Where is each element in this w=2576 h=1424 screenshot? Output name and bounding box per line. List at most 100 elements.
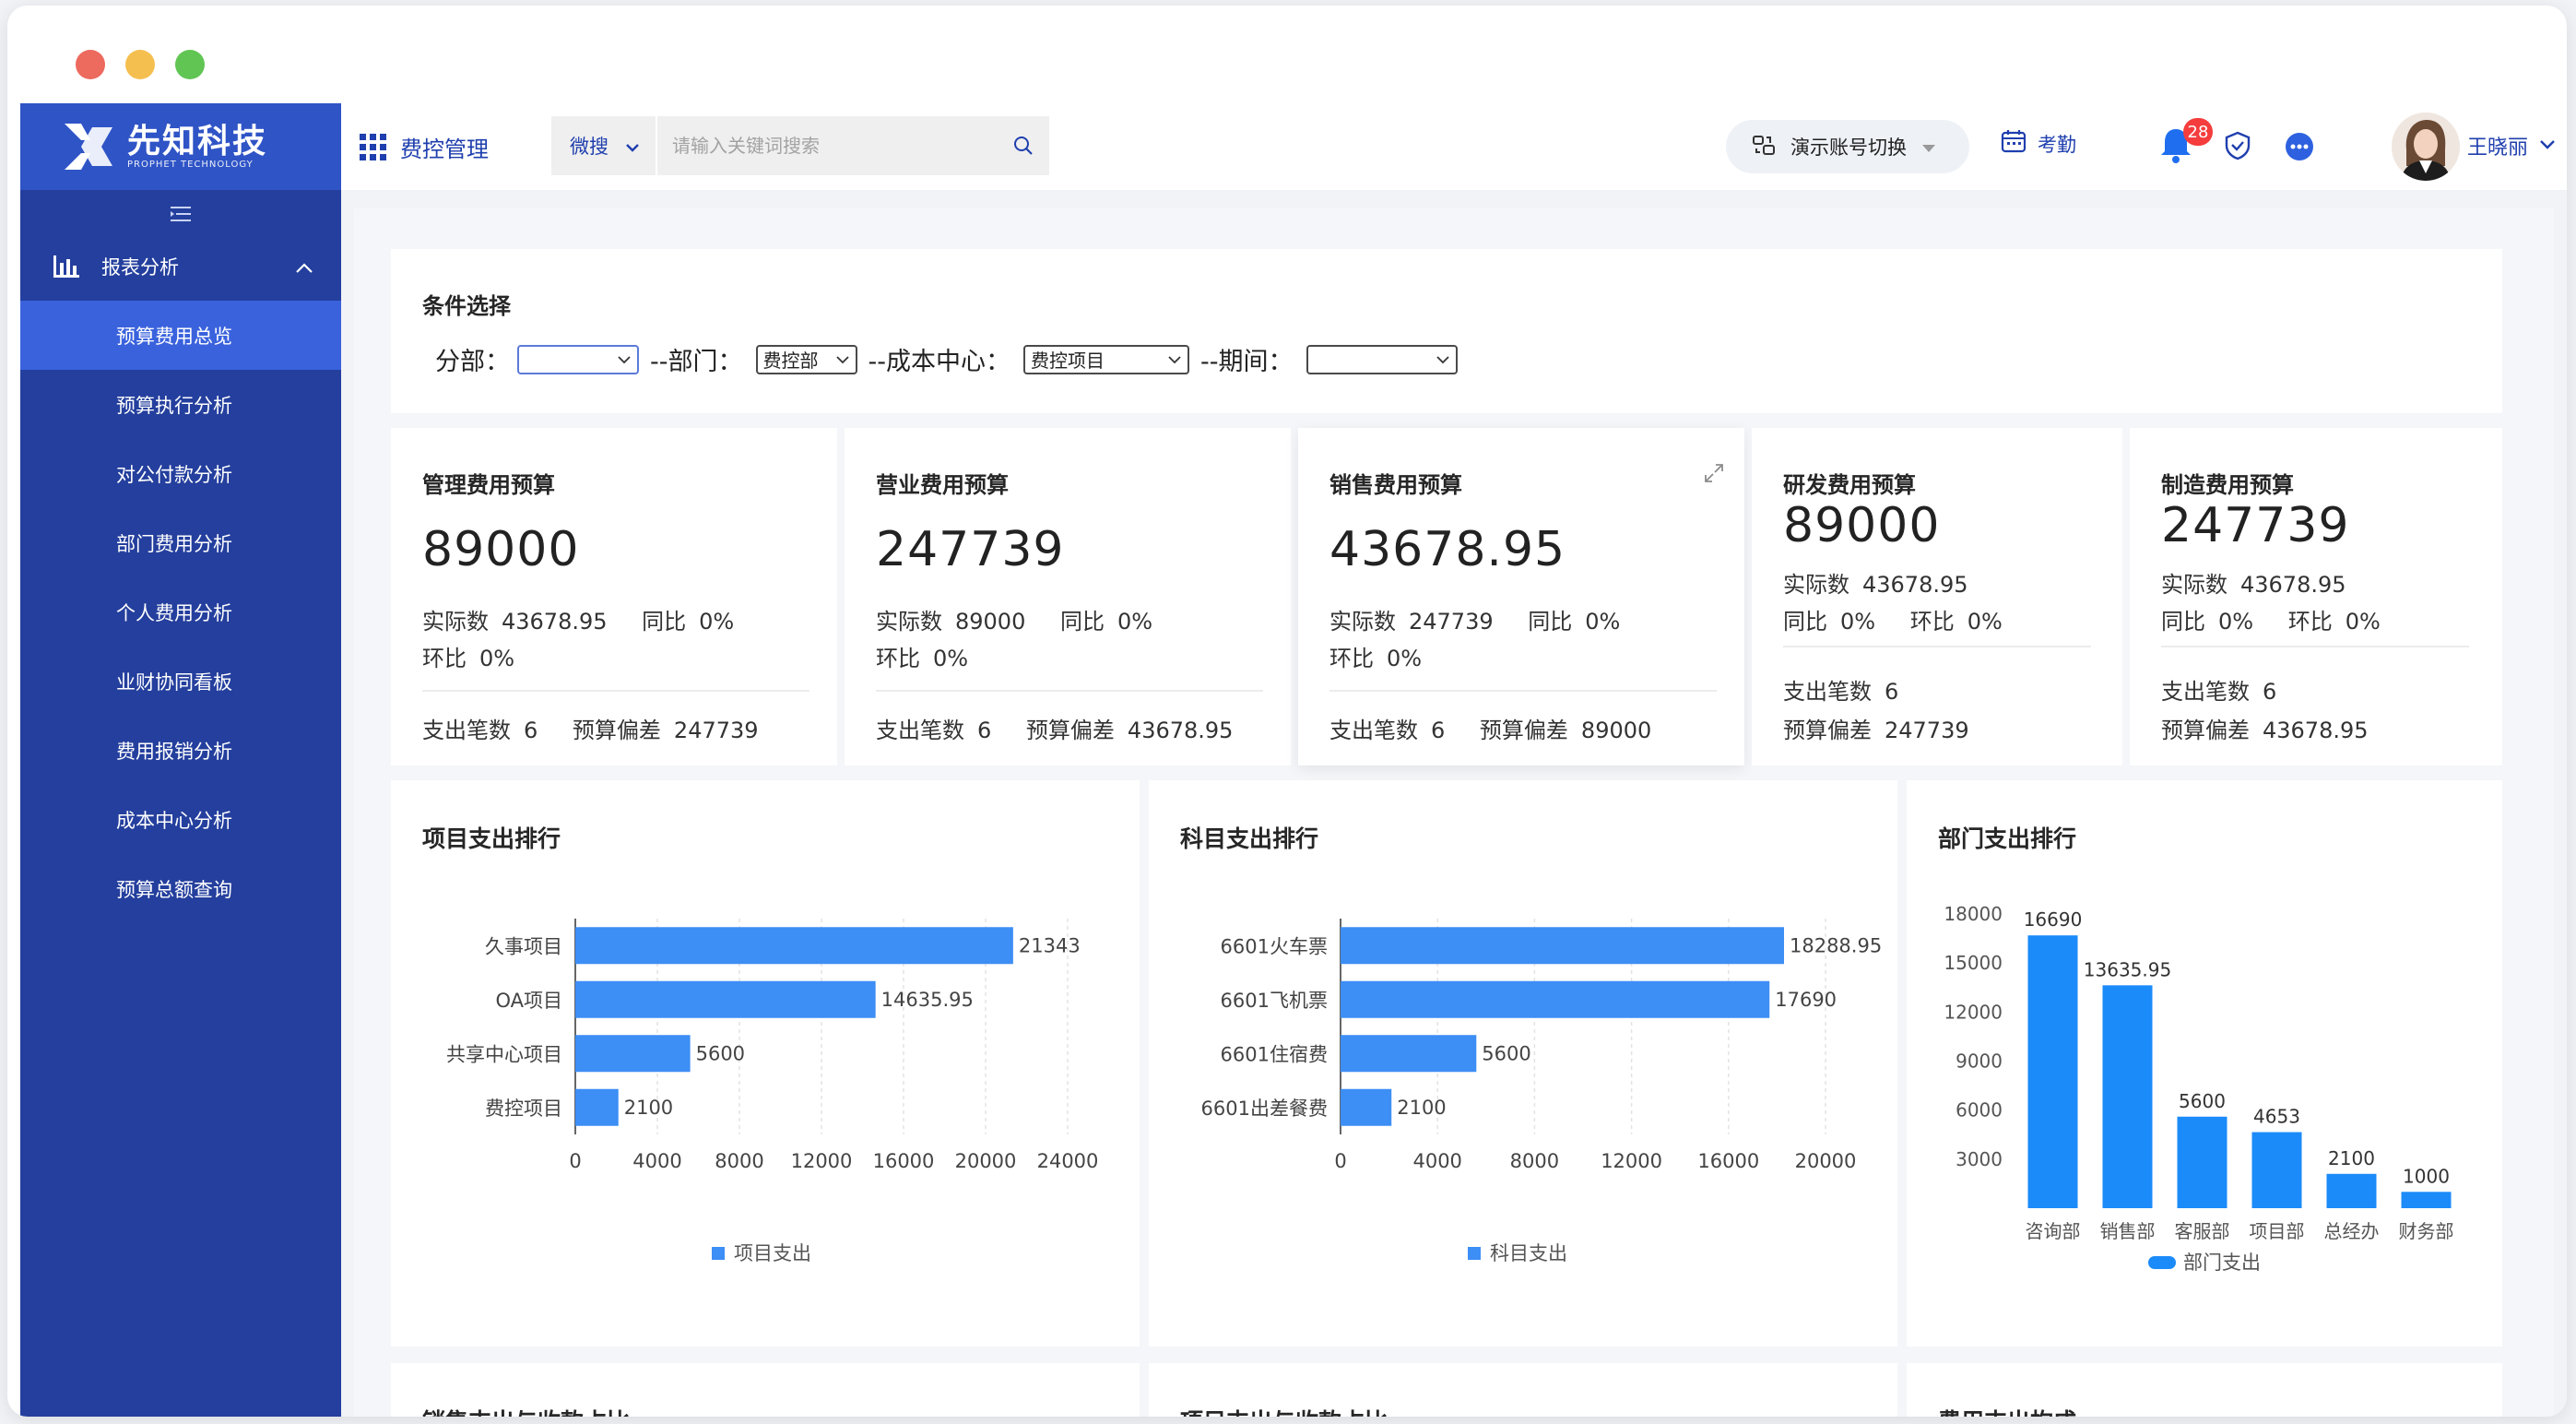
deviation-value: 247739 <box>1885 718 1969 743</box>
cost-center-select[interactable]: 费控项目 <box>1023 344 1189 374</box>
maximize-window-button[interactable] <box>175 50 205 79</box>
sidebar-item-label: 业财协同看板 <box>116 670 232 694</box>
dept-select[interactable]: 费控部 <box>755 344 857 374</box>
deviation-value: 89000 <box>1580 718 1652 743</box>
count-value: 6 <box>1431 718 1446 743</box>
yoy-value: 0% <box>1117 609 1153 635</box>
divider <box>422 690 809 692</box>
yoy-label: 同比 <box>1783 609 1827 635</box>
actual-label: 实际数 <box>422 609 489 635</box>
actual-label: 实际数 <box>1783 572 1849 598</box>
divider <box>1329 690 1717 692</box>
sidebar-item-personal-expense[interactable]: 个人费用分析 <box>20 577 341 647</box>
stat-card-manufacturing[interactable]: 制造费用预算 247739 实际数 43678.95 同比 0% 环比 0% 支出笔数… <box>2130 428 2502 765</box>
legend-swatch <box>1468 1247 1481 1260</box>
yoy-value: 0% <box>1585 609 1621 635</box>
stat-card-sales[interactable]: 销售费用预算 43678.95 实际数 247739 同比 0% 环比 0% 支出笔数… <box>1298 428 1744 765</box>
data-label: 17690 <box>1775 989 1837 1011</box>
stat-actual-row: 实际数 89000 同比 0% <box>876 603 1152 635</box>
menu-group-report-analysis[interactable]: 报表分析 <box>20 232 341 301</box>
collapse-menu-icon[interactable] <box>20 196 341 232</box>
search-icon[interactable] <box>998 116 1049 175</box>
app-grid-icon[interactable] <box>360 134 387 165</box>
tick-label: 0 <box>569 1150 581 1172</box>
stat-title: 研发费用预算 <box>1783 472 1916 498</box>
stat-count-row: 支出笔数 6 预算偏差 43678.95 <box>876 712 1233 744</box>
legend-label: 部门支出 <box>2183 1252 2261 1274</box>
divider <box>2161 646 2469 647</box>
switch-account-button[interactable]: 演示账号切换 <box>1726 120 1969 173</box>
data-label: 16690 <box>2024 908 2083 931</box>
tick-label: 18000 <box>1944 903 2003 925</box>
user-avatar[interactable] <box>2392 113 2460 181</box>
switch-user-icon <box>1752 134 1776 160</box>
expand-icon[interactable] <box>1704 463 1724 487</box>
mom-value: 0% <box>1967 609 2003 635</box>
bar <box>1341 980 1770 1018</box>
brand-name: 先知科技 <box>127 122 268 160</box>
category-label: 6601住宿费 <box>1221 1043 1328 1065</box>
actual-label: 实际数 <box>876 609 942 635</box>
chevron-down-icon[interactable] <box>2539 136 2556 154</box>
bar <box>575 1035 691 1073</box>
category-label: 费控项目 <box>485 1098 562 1120</box>
actual-value: 43678.95 <box>502 609 608 635</box>
actual-label: 实际数 <box>1329 609 1396 635</box>
mom-label: 环比 <box>1329 646 1374 671</box>
stat-budget-value: 89000 <box>422 522 580 577</box>
branch-select[interactable] <box>517 344 639 374</box>
period-select[interactable] <box>1306 344 1458 374</box>
yoy-label: 同比 <box>1528 609 1573 635</box>
sidebar-item-budget-execution[interactable]: 预算执行分析 <box>20 370 341 439</box>
shield-icon[interactable] <box>2224 131 2251 164</box>
data-label: 5600 <box>696 1042 745 1064</box>
deviation-value: 43678.95 <box>2263 718 2369 743</box>
top-bar: 费控管理 微搜 演示账号切换 <box>341 103 2567 190</box>
tick-label: 3000 <box>1956 1148 2003 1170</box>
stat-mom-row: 环比 0% <box>422 640 514 672</box>
username[interactable]: 王晓丽 <box>2467 131 2528 160</box>
search-scope-select[interactable]: 微搜 <box>551 116 657 175</box>
sidebar-item-dept-expense[interactable]: 部门费用分析 <box>20 508 341 577</box>
cost-center-label: --成本中心： <box>868 348 1011 376</box>
sidebar-item-cost-center[interactable]: 成本中心分析 <box>20 785 341 854</box>
data-label: 2100 <box>1397 1097 1446 1119</box>
deviation-label: 预算偏差 <box>2161 718 2250 743</box>
category-label: 6601飞机票 <box>1221 990 1328 1012</box>
card-title: 销售支出与收款占比 <box>422 1404 630 1417</box>
sidebar-item-budget-total[interactable]: 预算总额查询 <box>20 854 341 923</box>
tick-label: 20000 <box>955 1150 1017 1172</box>
module-title[interactable]: 费控管理 <box>400 131 489 163</box>
sidebar-item-corporate-payment[interactable]: 对公付款分析 <box>20 439 341 508</box>
tick-label: 9000 <box>1956 1050 2003 1073</box>
chart-card-account: 科目支出排行 6601火车票 18288.95 6601飞机票 17690 6601住宿… <box>1149 780 1897 1347</box>
deviation-label: 预算偏差 <box>572 718 661 743</box>
chevron-down-icon <box>835 355 849 363</box>
stat-card-management[interactable]: 管理费用预算 89000 实际数 43678.95 同比 0% 环比 0% 支出笔数 6… <box>391 428 837 765</box>
close-window-button[interactable] <box>76 50 105 79</box>
stat-card-rnd[interactable]: 研发费用预算 89000 实际数 43678.95 同比 0% 环比 0% 支出笔数 6… <box>1752 428 2122 765</box>
main-content: 条件选择 分部： --部门： 费控部 --成本中心： 费控项目 --期间： 管理… <box>354 208 2554 1417</box>
tick-label: 8000 <box>1510 1150 1559 1172</box>
sidebar-item-label: 成本中心分析 <box>116 809 232 832</box>
category-label: OA项目 <box>495 990 562 1012</box>
more-options-icon[interactable] <box>2285 132 2314 165</box>
minimize-window-button[interactable] <box>125 50 155 79</box>
deviation-label: 预算偏差 <box>1783 718 1872 743</box>
attendance-link[interactable]: 考勤 <box>2001 129 2076 158</box>
stat-actual-row: 实际数 247739 同比 0% <box>1329 603 1620 635</box>
cost-center-select-value: 费控项目 <box>1031 350 1105 372</box>
stat-card-operating[interactable]: 营业费用预算 247739 实际数 89000 同比 0% 环比 0% 支出笔数 6 预… <box>845 428 1291 765</box>
tick-label: 20000 <box>1795 1150 1857 1172</box>
brand-logo[interactable]: 先知科技 PROPHET TECHNOLOGY <box>20 103 341 190</box>
search-input[interactable] <box>657 135 998 157</box>
data-label: 13635.95 <box>2084 958 2171 980</box>
bar-chart-icon <box>53 255 79 278</box>
tick-label: 12000 <box>1944 1001 2003 1023</box>
sidebar-item-reimbursement[interactable]: 费用报销分析 <box>20 716 341 785</box>
chart-card-department: 部门支出排行 3000 6000 9000 12000 15000 18000 16690 咨… <box>1907 780 2502 1347</box>
bar <box>2326 1173 2377 1208</box>
sidebar-item-business-finance-board[interactable]: 业财协同看板 <box>20 647 341 716</box>
bar <box>2401 1192 2452 1208</box>
sidebar-item-budget-overview[interactable]: 预算费用总览 <box>20 301 341 370</box>
